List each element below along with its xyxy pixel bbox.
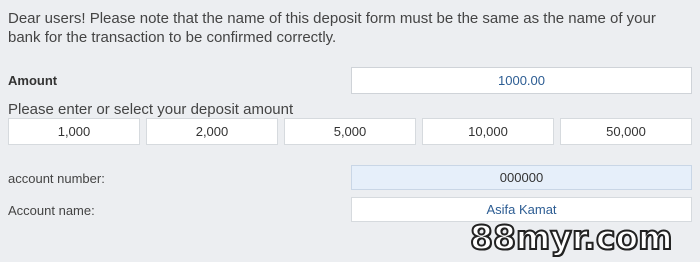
account-name-label: Account name: xyxy=(8,203,95,218)
account-number-label: account number: xyxy=(8,171,105,186)
amount-prompt: Please enter or select your deposit amou… xyxy=(8,101,294,118)
watermark-logo: 88myr.com xyxy=(469,217,674,258)
quick-amount-button-10000[interactable]: 10,000 xyxy=(422,118,554,145)
quick-amount-button-1000[interactable]: 1,000 xyxy=(8,118,140,145)
quick-amount-button-5000[interactable]: 5,000 xyxy=(284,118,416,145)
amount-input[interactable]: 1000.00 xyxy=(351,67,692,94)
account-number-input[interactable]: 000000 xyxy=(351,165,692,190)
quick-amount-row: 1,000 2,000 5,000 10,000 50,000 xyxy=(8,118,692,145)
deposit-notice: Dear users! Please note that the name of… xyxy=(8,10,656,46)
quick-amount-button-2000[interactable]: 2,000 xyxy=(146,118,278,145)
quick-amount-button-50000[interactable]: 50,000 xyxy=(560,118,692,145)
amount-label: Amount xyxy=(8,73,58,88)
